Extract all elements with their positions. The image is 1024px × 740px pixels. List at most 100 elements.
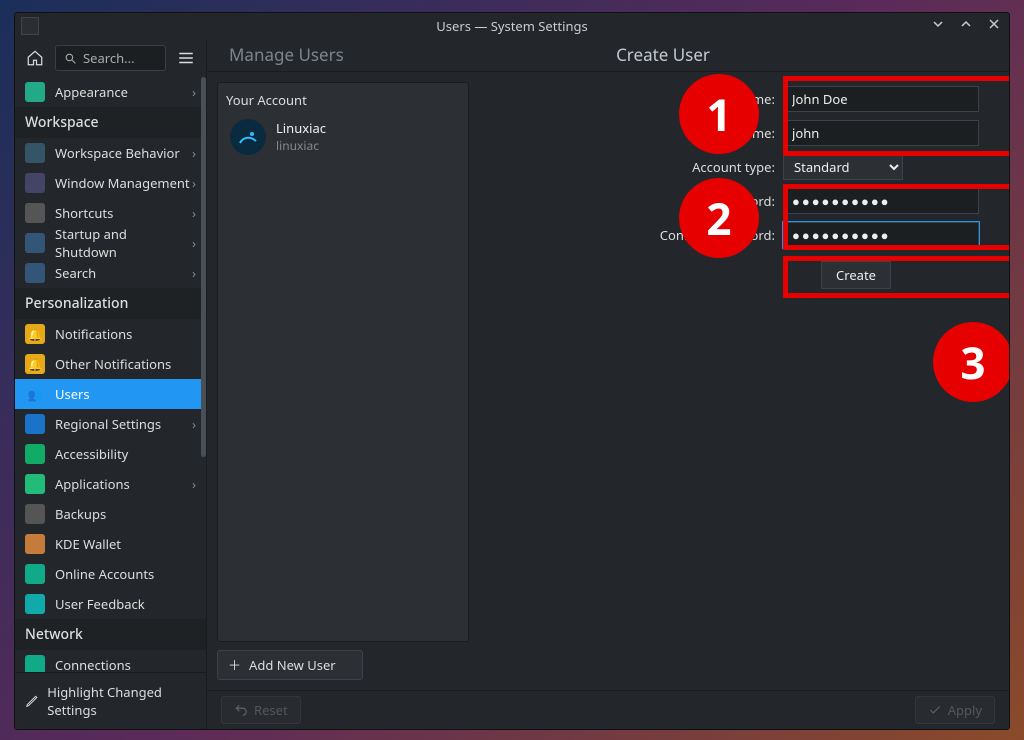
search-input[interactable]: Search... — [55, 45, 166, 71]
pencil-icon — [25, 693, 39, 709]
sidebar-item-label: Appearance — [55, 83, 128, 101]
sidebar-item-label: Shortcuts — [55, 204, 113, 222]
sidebar-item-label: Window Management — [55, 174, 190, 192]
annotation-badge-1: 1 — [679, 74, 759, 154]
sidebar-item-kde-wallet[interactable]: KDE Wallet — [15, 529, 206, 559]
sidebar-item-appearance[interactable]: Appearance › — [15, 77, 206, 107]
sidebar-item-label: Users — [55, 385, 90, 403]
check-icon — [928, 703, 942, 717]
window-app-icon — [21, 17, 39, 35]
avatar — [230, 119, 266, 155]
your-account-label: Your Account — [226, 91, 460, 109]
sidebar-item-accessibility[interactable]: Accessibility — [15, 439, 206, 469]
sidebar-header-network: Network — [15, 619, 206, 650]
sidebar-item-label: Other Notifications — [55, 355, 171, 373]
search-placeholder: Search... — [83, 49, 135, 67]
sidebar: Search... Appearance › Workspace Workspac… — [15, 39, 207, 729]
maximize-button[interactable] — [957, 15, 975, 33]
sidebar-item-label: Workspace Behavior — [55, 144, 180, 162]
annotation-box-2 — [783, 184, 1009, 250]
appearance-icon — [25, 82, 45, 102]
flag-icon — [25, 414, 45, 434]
sidebar-item-regional-settings[interactable]: Regional Settings› — [15, 409, 206, 439]
sidebar-item-label: KDE Wallet — [55, 535, 121, 553]
sidebar-header-workspace: Workspace — [15, 107, 206, 138]
sidebar-item-window-management[interactable]: Window Management› — [15, 168, 206, 198]
account-type-select[interactable]: Standard — [783, 154, 903, 180]
sidebar-item-startup-shutdown[interactable]: Startup and Shutdown› — [15, 228, 206, 258]
window-title: Users — System Settings — [436, 17, 587, 35]
create-user-form: Name: Username: Account type: Standard P… — [483, 82, 999, 680]
sidebar-item-label: Accessibility — [55, 445, 128, 463]
chevron-right-icon: › — [192, 234, 196, 252]
users-icon: 👥 — [25, 384, 45, 404]
apply-label: Apply — [948, 701, 982, 719]
sidebar-item-connections[interactable]: Connections — [15, 650, 206, 672]
window-management-icon — [25, 173, 45, 193]
sidebar-item-notifications[interactable]: 🔔Notifications — [15, 319, 206, 349]
user-list-item[interactable]: Linuxiac linuxiac — [226, 115, 460, 159]
sidebar-item-user-feedback[interactable]: User Feedback — [15, 589, 206, 619]
sidebar-item-label: Search — [55, 264, 96, 282]
footer-bar: Reset Apply — [207, 690, 1009, 729]
wallet-icon — [25, 534, 45, 554]
highlight-changed-label: Highlight Changed Settings — [47, 683, 196, 719]
shortcuts-icon — [25, 203, 45, 223]
annotation-box-3 — [783, 256, 1009, 298]
feedback-icon — [25, 594, 45, 614]
startup-shutdown-icon — [25, 233, 45, 253]
sidebar-item-label: User Feedback — [55, 595, 145, 613]
sidebar-item-label: Online Accounts — [55, 565, 154, 583]
accessibility-icon — [25, 444, 45, 464]
create-user-heading: Create User — [317, 43, 1009, 66]
backups-icon — [25, 504, 45, 524]
sidebar-scroll[interactable]: Appearance › Workspace Workspace Behavior… — [15, 77, 206, 672]
globe-icon — [25, 564, 45, 584]
sidebar-item-label: Startup and Shutdown — [55, 225, 192, 261]
user-list-panel: Your Account Linuxiac linuxiac — [217, 82, 469, 642]
close-button[interactable] — [985, 15, 1003, 33]
sidebar-item-search[interactable]: Search › — [15, 258, 206, 288]
highlight-changed-settings-button[interactable]: Highlight Changed Settings — [15, 672, 206, 729]
chevron-right-icon: › — [192, 264, 196, 282]
sidebar-item-backups[interactable]: Backups — [15, 499, 206, 529]
chevron-right-icon: › — [192, 174, 196, 192]
sidebar-item-label: Connections — [55, 656, 131, 672]
sidebar-item-label: Backups — [55, 505, 106, 523]
bell-icon: 🔔 — [25, 324, 45, 344]
content-area: Manage Users Create User Your Account Li… — [207, 39, 1009, 729]
globe-icon — [25, 655, 45, 672]
minimize-button[interactable] — [929, 15, 947, 33]
add-new-user-button[interactable]: ＋ Add New User — [217, 650, 363, 680]
sidebar-item-other-notifications[interactable]: 🔔 Other Notifications — [15, 349, 206, 379]
chevron-right-icon: › — [192, 144, 196, 162]
bell-icon: 🔔 — [25, 354, 45, 374]
sidebar-item-online-accounts[interactable]: Online Accounts — [15, 559, 206, 589]
add-new-user-label: Add New User — [249, 656, 336, 674]
chevron-right-icon: › — [192, 475, 196, 493]
chevron-right-icon: › — [192, 83, 196, 101]
undo-icon — [234, 703, 248, 717]
apply-button[interactable]: Apply — [915, 696, 995, 724]
sidebar-scrollbar-thumb[interactable] — [201, 77, 206, 457]
home-icon[interactable] — [23, 46, 47, 70]
annotation-badge-2: 2 — [679, 178, 759, 258]
sidebar-item-users[interactable]: 👥 Users — [15, 379, 206, 409]
sidebar-item-label: Applications — [55, 475, 130, 493]
applications-icon — [25, 474, 45, 494]
reset-button[interactable]: Reset — [221, 696, 301, 724]
search-icon — [64, 52, 77, 65]
chevron-right-icon: › — [192, 204, 196, 222]
reset-label: Reset — [254, 701, 288, 719]
account-type-label: Account type: — [483, 158, 783, 176]
sidebar-item-workspace-behavior[interactable]: Workspace Behavior › — [15, 138, 206, 168]
sidebar-item-label: Regional Settings — [55, 415, 161, 433]
titlebar[interactable]: Users — System Settings — [15, 13, 1009, 39]
hamburger-menu-icon[interactable] — [174, 46, 198, 70]
sidebar-header-personalization: Personalization — [15, 288, 206, 319]
sidebar-item-shortcuts[interactable]: Shortcuts › — [15, 198, 206, 228]
sidebar-item-applications[interactable]: Applications › — [15, 469, 206, 499]
annotation-badge-3: 3 — [933, 322, 1009, 402]
system-settings-window: Users — System Settings Search... — [14, 12, 1010, 730]
workspace-behavior-icon — [25, 143, 45, 163]
